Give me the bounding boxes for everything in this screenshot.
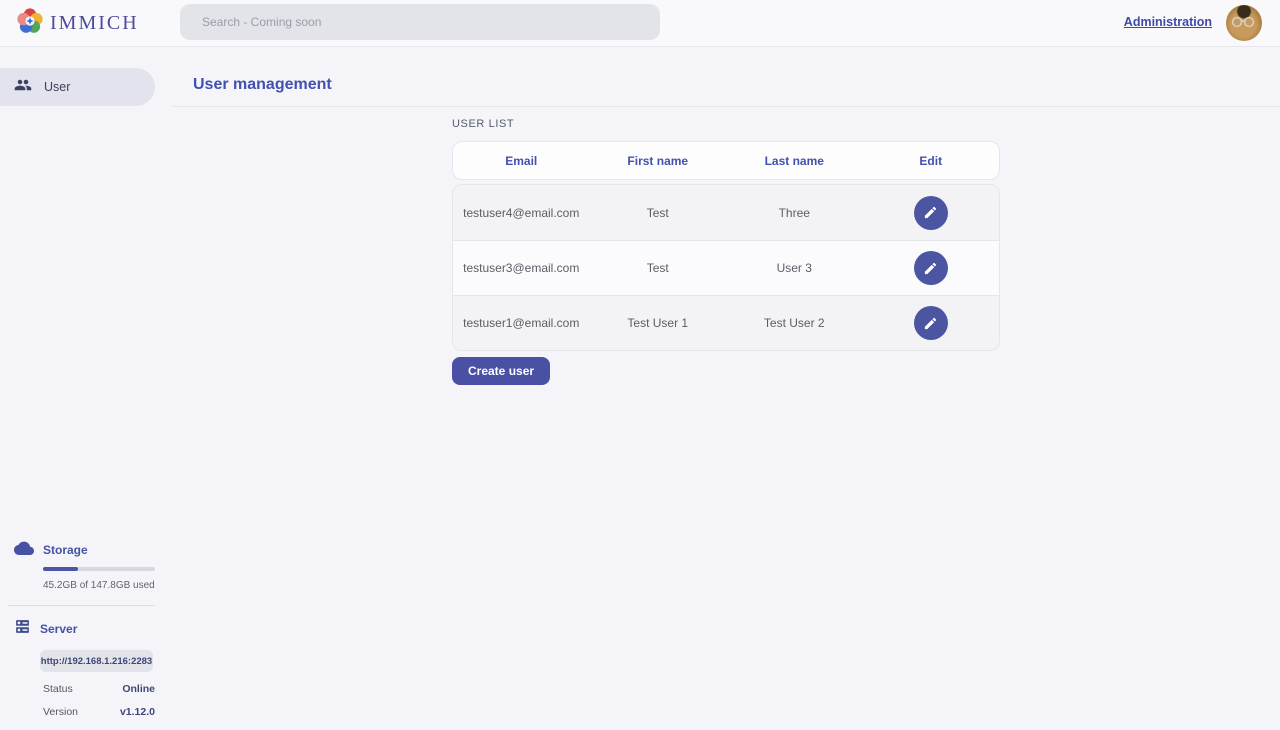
- cell-first-name: Test: [590, 206, 727, 220]
- table-row: testuser3@email.comTestUser 3: [453, 240, 999, 295]
- cell-edit: [863, 196, 1000, 230]
- edit-user-button[interactable]: [914, 251, 948, 285]
- storage-usage-text: 45.2GB of 147.8GB used: [43, 580, 155, 591]
- table-body: testuser4@email.comTestThreetestuser3@em…: [452, 184, 1000, 351]
- sidebar-divider: [8, 605, 155, 606]
- user-avatar[interactable]: [1226, 5, 1262, 41]
- cell-first-name: Test: [590, 261, 727, 275]
- immich-logo[interactable]: IMMICH: [16, 7, 139, 40]
- version-label: Version: [43, 706, 78, 718]
- table-row: testuser4@email.comTestThree: [453, 185, 999, 240]
- storage-progress-fill: [43, 567, 78, 571]
- server-icon: [14, 618, 31, 640]
- user-table: Email First name Last name Edit testuser…: [452, 141, 1000, 351]
- server-section-header: Server: [0, 618, 155, 640]
- cell-edit: [863, 306, 1000, 340]
- search-input[interactable]: [180, 4, 660, 40]
- glasses-icon: [1230, 16, 1258, 28]
- table-header-row: Email First name Last name Edit: [452, 141, 1000, 180]
- storage-progress-bar: [43, 567, 155, 571]
- table-row: testuser1@email.comTest User 1Test User …: [453, 295, 999, 350]
- cell-first-name: Test User 1: [590, 316, 727, 330]
- main-content: User management USER LIST Email First na…: [171, 47, 1280, 730]
- status-label: Status: [43, 683, 73, 695]
- immich-flower-icon: [16, 7, 44, 40]
- server-status-row: Status Online: [43, 683, 155, 695]
- server-version-row: Version v1.12.0: [43, 706, 155, 718]
- storage-section-header: Storage: [0, 540, 155, 560]
- cloud-icon: [14, 540, 34, 560]
- server-url-chip: http://192.168.1.216:2283: [40, 650, 153, 672]
- immich-app: IMMICH Administration User: [0, 0, 1280, 730]
- cell-last-name: Three: [726, 206, 863, 220]
- cell-email: testuser4@email.com: [453, 206, 590, 220]
- pencil-icon: [923, 205, 938, 220]
- edit-user-button[interactable]: [914, 196, 948, 230]
- pencil-icon: [923, 261, 938, 276]
- server-title: Server: [40, 622, 77, 636]
- column-header-last-name: Last name: [726, 154, 863, 168]
- cell-last-name: Test User 2: [726, 316, 863, 330]
- edit-user-button[interactable]: [914, 306, 948, 340]
- sidebar-item-user[interactable]: User: [0, 68, 155, 106]
- administration-link[interactable]: Administration: [1124, 15, 1212, 29]
- storage-title: Storage: [43, 543, 88, 557]
- page-title: User management: [193, 76, 332, 94]
- version-value: v1.12.0: [120, 706, 155, 718]
- status-value: Online: [122, 683, 155, 695]
- sidebar-footer: Storage 45.2GB of 147.8GB used Server ht…: [0, 540, 155, 718]
- sidebar-item-label: User: [44, 80, 70, 94]
- top-bar: IMMICH Administration: [0, 0, 1280, 47]
- column-header-first-name: First name: [590, 154, 727, 168]
- pencil-icon: [923, 316, 938, 331]
- cell-email: testuser1@email.com: [453, 316, 590, 330]
- cell-email: testuser3@email.com: [453, 261, 590, 275]
- title-divider: [171, 106, 1280, 107]
- column-header-email: Email: [453, 154, 590, 168]
- column-header-edit: Edit: [863, 154, 1000, 168]
- users-group-icon: [14, 76, 32, 99]
- user-list-label: USER LIST: [452, 118, 514, 130]
- create-user-button[interactable]: Create user: [452, 357, 550, 385]
- brand-wordmark: IMMICH: [50, 12, 139, 35]
- sidebar: User Storage 45.2GB of 147.8GB used: [0, 47, 171, 730]
- cell-last-name: User 3: [726, 261, 863, 275]
- cell-edit: [863, 251, 1000, 285]
